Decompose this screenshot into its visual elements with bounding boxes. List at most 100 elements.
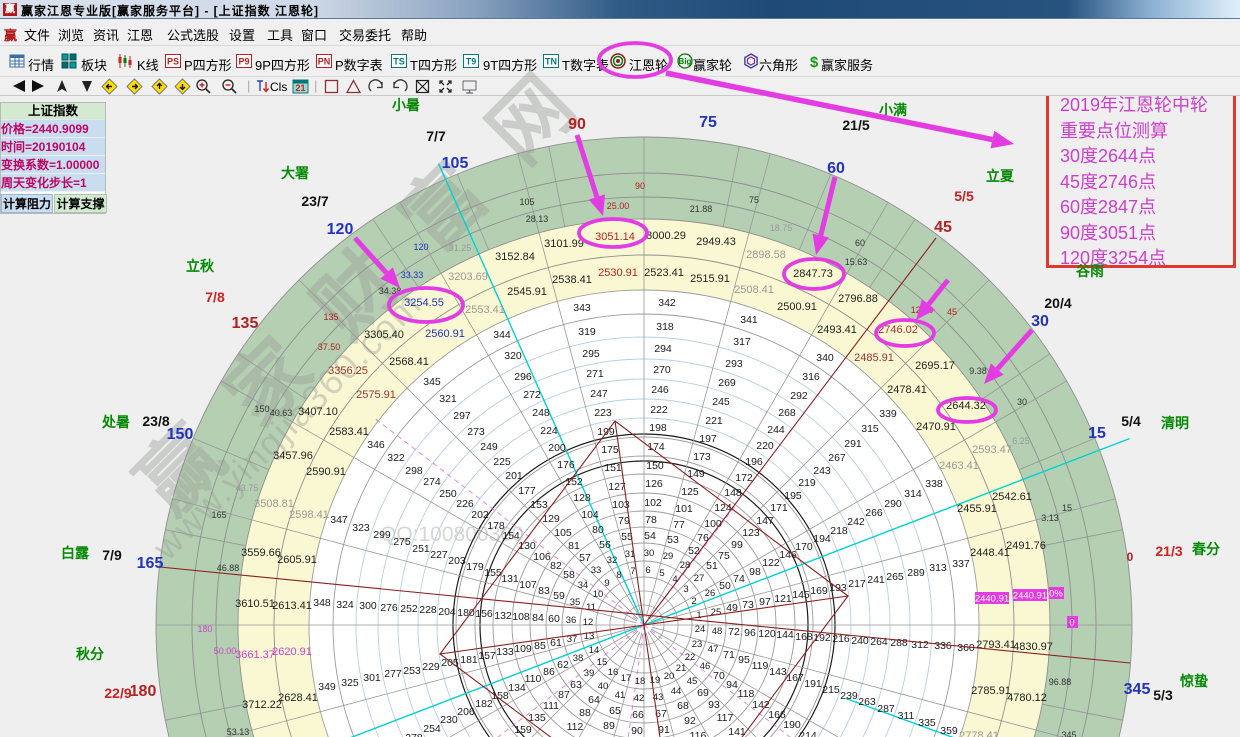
svg-text:15: 15 bbox=[1062, 503, 1072, 513]
svg-text:29: 29 bbox=[663, 551, 674, 562]
svg-text:54: 54 bbox=[644, 530, 656, 542]
svg-text:2644.32: 2644.32 bbox=[946, 400, 986, 412]
svg-text:134: 134 bbox=[508, 682, 526, 694]
svg-text:325: 325 bbox=[341, 677, 359, 689]
svg-text:64: 64 bbox=[588, 694, 600, 706]
svg-text:322: 322 bbox=[387, 452, 405, 464]
svg-text:152: 152 bbox=[565, 476, 583, 488]
svg-text:96.88: 96.88 bbox=[1049, 677, 1072, 687]
svg-text:10: 10 bbox=[593, 589, 604, 600]
svg-text:80: 80 bbox=[592, 524, 604, 536]
svg-text:3203.69: 3203.69 bbox=[448, 271, 488, 283]
svg-text:89: 89 bbox=[603, 720, 615, 732]
svg-text:90: 90 bbox=[635, 181, 645, 191]
svg-text:125: 125 bbox=[681, 486, 699, 498]
svg-text:41: 41 bbox=[615, 690, 626, 701]
svg-text:2778.41: 2778.41 bbox=[959, 730, 999, 737]
svg-text:3152.84: 3152.84 bbox=[495, 251, 535, 263]
svg-text:339: 339 bbox=[879, 408, 897, 420]
svg-text:36: 36 bbox=[566, 615, 577, 626]
svg-text:2560.91: 2560.91 bbox=[425, 328, 465, 340]
svg-text:253: 253 bbox=[403, 665, 421, 677]
svg-text:11: 11 bbox=[586, 602, 596, 613]
svg-text:0%: 0% bbox=[1049, 589, 1063, 600]
svg-text:88: 88 bbox=[579, 707, 591, 719]
svg-text:7/8: 7/8 bbox=[205, 289, 225, 305]
svg-text:86: 86 bbox=[543, 666, 555, 678]
svg-text:75: 75 bbox=[718, 550, 730, 562]
svg-text:6.25: 6.25 bbox=[1012, 436, 1030, 446]
svg-text:25: 25 bbox=[711, 607, 722, 618]
svg-text:102: 102 bbox=[644, 497, 662, 509]
svg-text:180: 180 bbox=[130, 683, 157, 700]
svg-text:2: 2 bbox=[691, 596, 696, 607]
svg-text:295: 295 bbox=[582, 348, 600, 360]
svg-text:2440.91: 2440.91 bbox=[1013, 591, 1047, 602]
svg-text:267: 267 bbox=[828, 452, 846, 464]
svg-text:7/9: 7/9 bbox=[102, 547, 122, 563]
svg-text:99: 99 bbox=[731, 539, 743, 551]
svg-text:180: 180 bbox=[197, 624, 212, 634]
svg-text:201: 201 bbox=[505, 470, 523, 482]
svg-text:297: 297 bbox=[453, 410, 471, 422]
svg-text:3508.81: 3508.81 bbox=[254, 498, 294, 510]
svg-text:77: 77 bbox=[673, 519, 685, 531]
svg-text:106: 106 bbox=[533, 551, 551, 563]
svg-text:3: 3 bbox=[683, 584, 688, 595]
svg-text:338: 338 bbox=[925, 478, 943, 490]
svg-text:178: 178 bbox=[487, 520, 505, 532]
svg-text:21/3: 21/3 bbox=[1155, 543, 1182, 559]
svg-text:301: 301 bbox=[363, 672, 381, 684]
svg-text:250: 250 bbox=[439, 488, 457, 500]
svg-text:165: 165 bbox=[211, 510, 226, 520]
svg-text:20: 20 bbox=[664, 671, 675, 682]
svg-text:2508.41: 2508.41 bbox=[734, 284, 774, 296]
svg-text:336: 336 bbox=[934, 640, 952, 652]
svg-text:224: 224 bbox=[540, 425, 558, 437]
svg-text:148: 148 bbox=[724, 487, 742, 499]
svg-text:39: 39 bbox=[584, 668, 595, 679]
svg-text:70: 70 bbox=[713, 670, 725, 682]
svg-text:18.75: 18.75 bbox=[770, 223, 793, 233]
svg-text:242: 242 bbox=[847, 516, 865, 528]
svg-text:165: 165 bbox=[137, 555, 164, 572]
svg-text:5: 5 bbox=[659, 568, 664, 579]
svg-text:立夏: 立夏 bbox=[986, 168, 1015, 184]
svg-text:2538.41: 2538.41 bbox=[552, 274, 592, 286]
svg-text:83: 83 bbox=[538, 585, 550, 597]
svg-text:214: 214 bbox=[799, 730, 817, 737]
svg-text:3254.55: 3254.55 bbox=[404, 297, 444, 309]
svg-text:2785.91: 2785.91 bbox=[971, 685, 1011, 697]
svg-text:秋分: 秋分 bbox=[76, 646, 104, 662]
svg-text:319: 319 bbox=[578, 326, 596, 338]
svg-text:45: 45 bbox=[687, 676, 698, 687]
svg-text:314: 314 bbox=[904, 488, 922, 500]
svg-text:278: 278 bbox=[405, 732, 423, 737]
svg-text:266: 266 bbox=[865, 507, 883, 519]
svg-text:4780.12: 4780.12 bbox=[1007, 692, 1047, 704]
svg-text:33: 33 bbox=[591, 565, 602, 576]
svg-text:2628.41: 2628.41 bbox=[278, 692, 318, 704]
svg-text:16: 16 bbox=[608, 667, 619, 678]
svg-text:78: 78 bbox=[645, 514, 657, 526]
svg-text:93: 93 bbox=[708, 699, 720, 711]
svg-text:3101.99: 3101.99 bbox=[544, 238, 584, 250]
svg-text:153: 153 bbox=[530, 499, 548, 511]
svg-text:5/3: 5/3 bbox=[1153, 687, 1173, 703]
svg-text:191: 191 bbox=[804, 678, 822, 690]
svg-text:61: 61 bbox=[550, 637, 562, 649]
svg-text:196: 196 bbox=[745, 456, 763, 468]
svg-text:169: 169 bbox=[810, 585, 828, 597]
svg-text:45: 45 bbox=[947, 307, 957, 317]
svg-text:2448.41: 2448.41 bbox=[970, 547, 1010, 559]
svg-text:28.13: 28.13 bbox=[526, 214, 549, 224]
svg-text:271: 271 bbox=[586, 368, 604, 380]
svg-text:111: 111 bbox=[543, 700, 559, 712]
svg-text:105: 105 bbox=[554, 527, 572, 539]
svg-text:200: 200 bbox=[548, 442, 566, 454]
svg-text:2545.91: 2545.91 bbox=[507, 286, 547, 298]
svg-text:177: 177 bbox=[518, 485, 536, 497]
svg-text:252: 252 bbox=[400, 603, 418, 615]
svg-text:3661.37: 3661.37 bbox=[235, 649, 275, 661]
svg-text:2491.76: 2491.76 bbox=[1006, 540, 1046, 552]
